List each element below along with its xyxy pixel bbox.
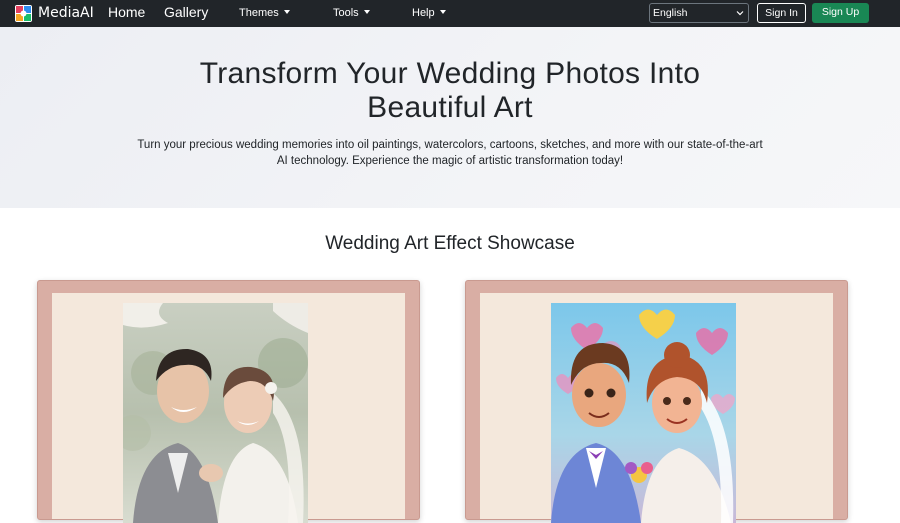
cartoon-wedding-image xyxy=(551,303,736,523)
hero-subtitle: Turn your precious wedding memories into… xyxy=(70,137,830,169)
nav-help-dropdown[interactable]: Help xyxy=(412,7,446,19)
chevron-down-icon xyxy=(736,8,744,20)
brand-name: MediaAI xyxy=(38,5,94,21)
showcase-title: Wedding Art Effect Showcase xyxy=(325,233,575,254)
nav-themes-label: Themes xyxy=(239,7,279,19)
nav-gallery[interactable]: Gallery xyxy=(164,4,208,20)
hero-subtitle-line1: Turn your precious wedding memories into… xyxy=(137,139,763,151)
showcase-card-watercolor[interactable] xyxy=(37,280,420,523)
mediaai-logo-icon xyxy=(15,4,32,22)
hero-subtitle-line2: AI technology. Experience the magic of a… xyxy=(276,155,624,167)
sign-up-button[interactable]: Sign Up xyxy=(812,3,869,23)
nav-tools-dropdown[interactable]: Tools xyxy=(333,7,370,19)
hero-section: Transform Your Wedding Photos Into Beaut… xyxy=(0,27,900,208)
nav-themes-dropdown[interactable]: Themes xyxy=(239,7,290,19)
nav-help-label: Help xyxy=(412,7,435,19)
caret-down-icon xyxy=(283,10,290,14)
nav-tools-label: Tools xyxy=(333,7,359,19)
caret-down-icon xyxy=(439,10,446,14)
caret-down-icon xyxy=(363,10,370,14)
language-select[interactable]: English xyxy=(649,3,749,23)
top-navbar: MediaAI Home Gallery Themes Tools Help E… xyxy=(0,0,900,27)
hero-title-line2: Beautiful Art xyxy=(367,91,533,124)
language-selected-value: English xyxy=(653,7,688,19)
nav-home[interactable]: Home xyxy=(108,4,145,20)
hero-title: Transform Your Wedding Photos Into Beaut… xyxy=(100,57,800,125)
sign-in-button[interactable]: Sign In xyxy=(757,3,806,23)
brand-link[interactable]: MediaAI xyxy=(15,4,94,22)
watercolor-wedding-image xyxy=(123,303,308,523)
showcase-card-cartoon[interactable] xyxy=(465,280,848,523)
hero-title-line1: Transform Your Wedding Photos Into xyxy=(199,57,701,90)
